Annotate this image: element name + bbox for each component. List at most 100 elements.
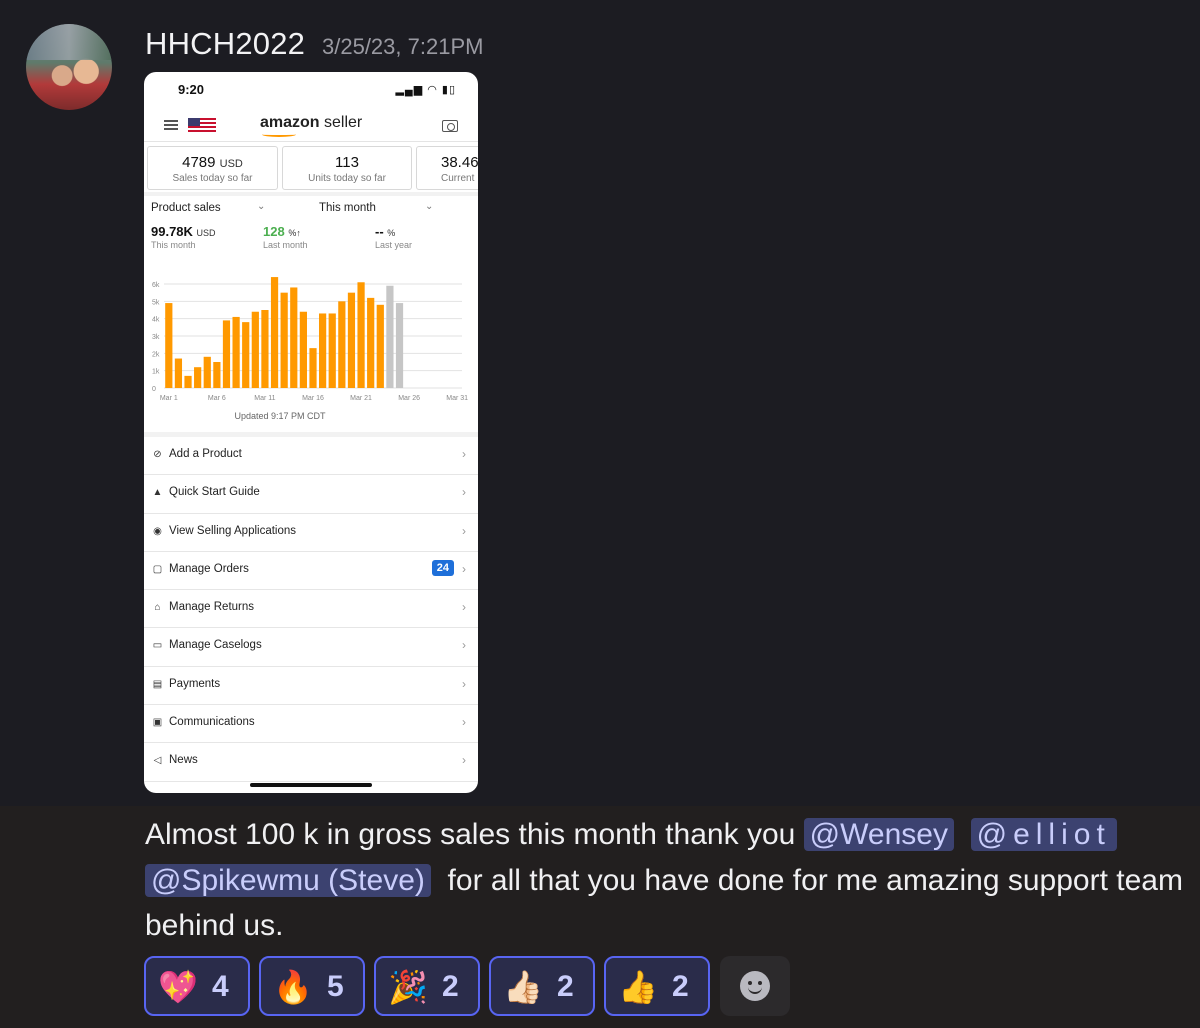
menu-item-label: Manage Caselogs: [169, 639, 262, 652]
reaction-count: 2: [672, 970, 689, 1003]
metric-last-year: -- % Last year: [375, 224, 413, 250]
chevron-right-icon: ›: [462, 715, 466, 730]
mention-elliot[interactable]: @elliot: [970, 818, 1117, 851]
menu-item-news[interactable]: ◁ News ›: [144, 743, 478, 782]
kpi-card-sales[interactable]: 4789 USD Sales today so far: [147, 146, 278, 190]
x-tick-label: Mar 26: [398, 395, 420, 402]
sparkling-heart-icon: 💖: [158, 969, 198, 1005]
reaction-sparkling-heart[interactable]: 💖 4: [144, 956, 250, 1016]
x-tick-label: Mar 1: [160, 395, 178, 402]
chevron-right-icon: ›: [462, 447, 466, 461]
product-sales-dropdown[interactable]: Product sales: [151, 202, 221, 214]
menu-item-manage-returns[interactable]: ⌂ Manage Returns ›: [144, 590, 478, 629]
reaction-thumbs-up-light[interactable]: 👍🏻 2: [489, 956, 595, 1016]
party-popper-icon: 🎉: [388, 969, 428, 1005]
bar-mar-3: [184, 375, 192, 388]
status-time: 9:20: [178, 82, 205, 97]
timestamp[interactable]: 3/25/23, 7:21PM: [322, 34, 483, 60]
camera-icon[interactable]: [442, 120, 458, 132]
bar-mar-6: [213, 362, 221, 388]
bar-mar-22: [367, 297, 375, 388]
graduation-cap-icon: ▲: [152, 487, 163, 499]
bar-mar-2: [174, 358, 183, 388]
thumbs-up-light-icon: 👍🏻: [503, 969, 543, 1005]
orders-count-badge: 24: [431, 559, 454, 576]
menu-item-manage-caselogs[interactable]: ▭ Manage Caselogs ›: [144, 628, 478, 667]
bar-mar-24: [386, 285, 394, 388]
chat-icon: ▭: [152, 640, 163, 652]
message-text-1: Almost 100 k in gross sales this month t…: [145, 818, 796, 851]
chevron-right-icon: ›: [462, 485, 466, 500]
menu-item-label: News: [169, 754, 198, 767]
home-indicator: [250, 783, 372, 787]
kpi-card-units[interactable]: 113 Units today so far: [282, 146, 412, 190]
reaction-party-popper[interactable]: 🎉 2: [374, 956, 480, 1016]
bar-mar-19: [338, 301, 346, 388]
chevron-right-icon: ›: [462, 638, 466, 653]
x-tick-label: Mar 21: [350, 395, 372, 402]
bar-mar-18: [328, 313, 336, 388]
bar-mar-13: [280, 292, 288, 388]
menu-item-view-selling-applications[interactable]: ◉ View Selling Applications ›: [144, 514, 478, 552]
bar-mar-9: [242, 322, 250, 388]
chevron-down-icon[interactable]: ⌄: [257, 201, 265, 212]
menu-item-label: Manage Returns: [169, 601, 255, 614]
reaction-count: 2: [557, 970, 574, 1003]
smiley-icon: [740, 971, 770, 1001]
divider: [144, 192, 478, 196]
reaction-count: 5: [327, 970, 344, 1003]
menu-item-communications[interactable]: ▣ Communications ›: [144, 705, 478, 744]
mention-spikewmu[interactable]: @Spikewmu (Steve): [145, 863, 431, 897]
mention-wensey[interactable]: @Wensey: [803, 818, 954, 851]
return-box-icon: ⌂: [154, 602, 161, 614]
chevron-right-icon: ›: [462, 523, 466, 538]
us-flag-icon[interactable]: [188, 118, 216, 134]
reaction-thumbs-up[interactable]: 👍 2: [604, 956, 710, 1016]
chevron-down-icon[interactable]: ⌄: [425, 201, 433, 212]
menu-item-label: Quick Start Guide: [169, 486, 260, 499]
sales-filters: Product sales ⌄ This month ⌄: [151, 201, 471, 222]
kpi-card-current[interactable]: 38.46 Current: [416, 146, 478, 190]
bar-mar-15: [299, 311, 307, 388]
bar-mar-20: [347, 292, 356, 388]
period-dropdown[interactable]: This month: [319, 202, 376, 214]
sales-bar-chart: 0 1k 2k 3k 4k 5k 6k Mar 1 Mar 6 Mar 11 Mar 16 Mar 2…: [152, 277, 468, 402]
bar-mar-17: [319, 313, 327, 388]
thumbs-up-icon: 👍: [618, 969, 658, 1005]
y-tick-label: 0: [152, 386, 156, 393]
bar-mar-4: [194, 367, 202, 388]
bar-mar-23: [376, 304, 384, 388]
x-tick-label: Mar 11: [254, 395, 275, 402]
bar-mar-5: [203, 356, 211, 388]
bar-mar-25: [395, 303, 404, 388]
menu-item-quick-start-guide[interactable]: ▲ Quick Start Guide ›: [144, 475, 478, 514]
amazon-seller-logo: amazon seller: [260, 114, 363, 131]
card-icon: ▤: [152, 678, 163, 690]
bar-mar-8: [232, 316, 240, 388]
reaction-fire[interactable]: 🔥 5: [259, 956, 365, 1016]
menu-item-label: Payments: [169, 677, 221, 690]
x-tick-label: Mar 16: [302, 395, 324, 402]
avatar[interactable]: [26, 24, 112, 110]
menu-item-payments[interactable]: ▤ Payments ›: [144, 667, 478, 706]
y-tick-label: 4k: [152, 317, 160, 324]
username[interactable]: HHCH2022: [145, 26, 305, 62]
menu-item-add-a-product[interactable]: ⊘ Add a Product ›: [144, 437, 478, 476]
y-tick-label: 6k: [152, 282, 160, 289]
bar-mar-1: [165, 303, 173, 388]
hamburger-menu-icon[interactable]: [164, 120, 178, 130]
chevron-right-icon: ›: [462, 561, 466, 576]
status-icons: ▂▄▆ ◠ ▮▯: [395, 84, 456, 96]
reaction-count: 2: [442, 970, 459, 1003]
menu-item-label: View Selling Applications: [169, 524, 297, 537]
y-tick-label: 2k: [152, 351, 160, 358]
chevron-right-icon: ›: [462, 676, 466, 691]
attached-screenshot[interactable]: 9:20 ▂▄▆ ◠ ▮▯ amazon seller 4789 USD Sal…: [144, 72, 478, 793]
add-reaction-button[interactable]: [720, 956, 790, 1016]
menu-item-manage-orders[interactable]: ▢ Manage Orders 24 ›: [144, 552, 478, 591]
metric-last-month: 128 %↑ Last month: [263, 224, 308, 250]
bar-mar-10: [251, 311, 259, 388]
x-tick-label: Mar 31: [446, 395, 468, 402]
kpi-cards: 4789 USD Sales today so far 113 Units to…: [144, 144, 478, 192]
seller-menu: ⊘ Add a Product › ▲ Quick Start Guide › ◉ View …: [144, 437, 478, 782]
